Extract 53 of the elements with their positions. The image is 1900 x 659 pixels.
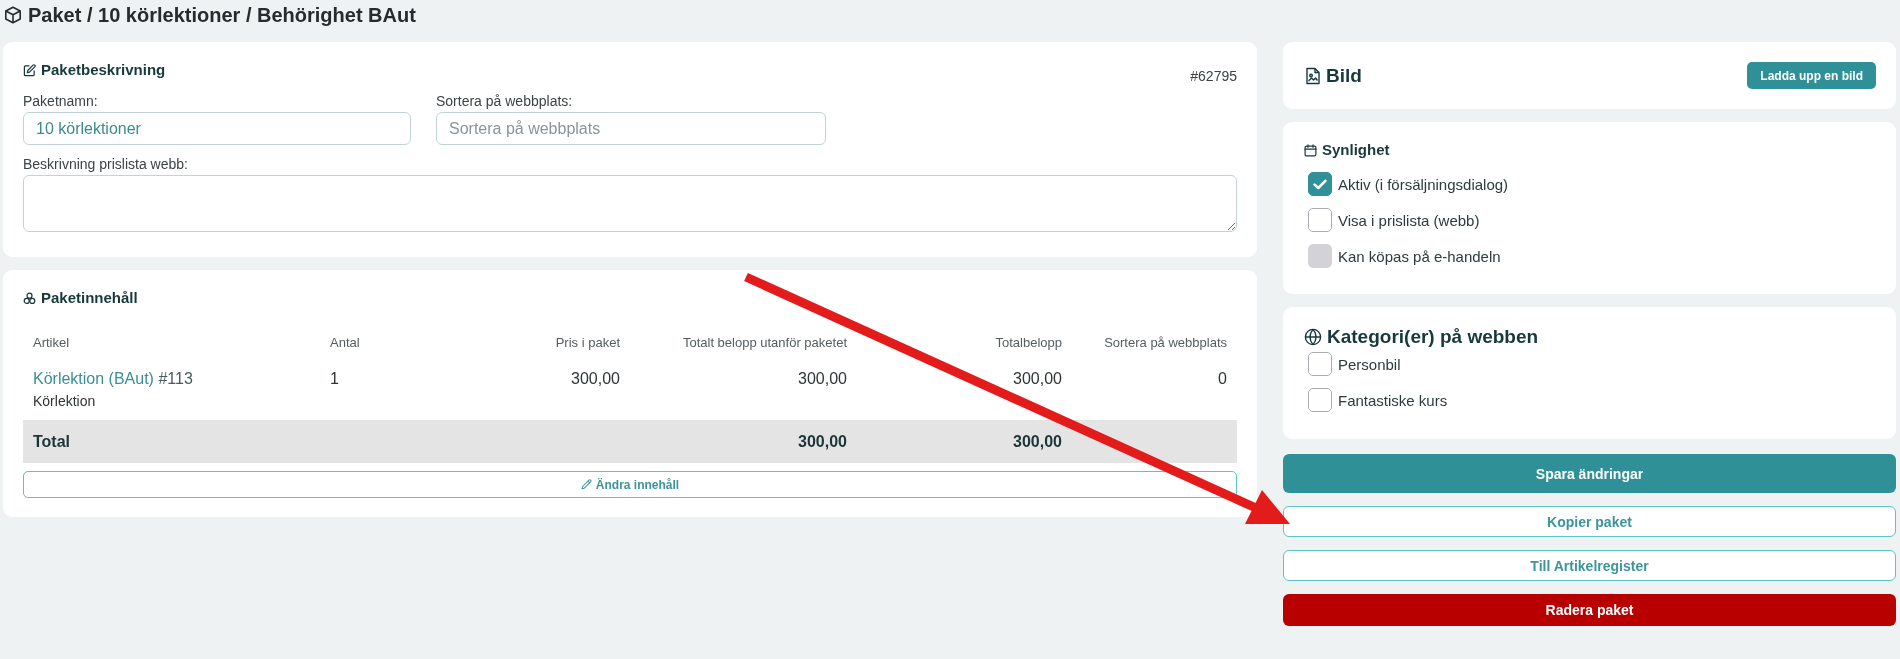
column-header: Sortera på webbplats bbox=[1104, 334, 1227, 350]
section-title: Synlighet bbox=[1322, 140, 1390, 160]
pencil-icon bbox=[580, 479, 592, 490]
article-number: #113 bbox=[158, 370, 193, 387]
table-cell: 300,00 bbox=[1013, 370, 1062, 387]
action-button[interactable]: Spara ändringar bbox=[1283, 454, 1896, 493]
action-button[interactable]: Kopier paket bbox=[1283, 506, 1896, 537]
field-label: Beskrivning prislista webb: bbox=[23, 156, 189, 172]
checkbox[interactable] bbox=[1308, 352, 1332, 376]
checkbox[interactable] bbox=[1308, 388, 1332, 412]
edit-icon bbox=[23, 63, 36, 77]
table-cell: 300,00 bbox=[798, 370, 847, 387]
calendar-icon bbox=[1304, 143, 1317, 157]
cube-icon bbox=[4, 6, 22, 24]
circles-icon bbox=[23, 291, 36, 305]
package-id: #62795 bbox=[1190, 68, 1237, 84]
total-label: Total bbox=[33, 432, 71, 450]
column-header: Artikel bbox=[33, 334, 70, 350]
checkbox[interactable] bbox=[1308, 208, 1332, 232]
column-header: Antal bbox=[330, 334, 360, 350]
checkbox[interactable] bbox=[1308, 172, 1332, 196]
section-title: Kategori(er) på webben bbox=[1327, 325, 1539, 349]
upload-button[interactable]: Ladda upp en bild bbox=[1747, 62, 1876, 89]
checkbox-label: Aktiv (i försäljningsdialog) bbox=[1338, 175, 1509, 193]
column-header: Totalbelopp bbox=[995, 334, 1062, 350]
table-cell: 300,00 bbox=[571, 370, 620, 387]
checkbox-label: Fantastiske kurs bbox=[1338, 391, 1448, 409]
total-value: 300,00 bbox=[798, 432, 847, 450]
delete-button[interactable]: Radera paket bbox=[1283, 594, 1896, 626]
column-header: Pris i paket bbox=[555, 334, 620, 350]
input-field[interactable]: Sortera på webbplats bbox=[436, 112, 826, 145]
article-subtitle: Körlektion bbox=[33, 392, 96, 410]
checkbox-label: Visa i prislista (webb) bbox=[1338, 211, 1480, 229]
globe-icon bbox=[1304, 328, 1322, 346]
action-button[interactable]: Till Artikelregister bbox=[1283, 550, 1896, 581]
article-link[interactable]: Körlektion (BAut) bbox=[33, 370, 154, 387]
field-label: Sortera på webbplats: bbox=[436, 93, 574, 109]
section-title: Paketinnehåll bbox=[41, 288, 138, 308]
table-cell: 1 bbox=[330, 370, 339, 387]
section-title: Paketbeskrivning bbox=[41, 60, 166, 80]
page-title: Paket / 10 körlektioner / Behörighet BAut bbox=[28, 3, 416, 27]
table-cell: 0 bbox=[1218, 370, 1227, 387]
section-title: Bild bbox=[1326, 64, 1362, 87]
checkbox-label: Kan köpas på e-handeln bbox=[1338, 247, 1501, 265]
textarea-field[interactable] bbox=[23, 175, 1237, 232]
image-file-icon bbox=[1305, 66, 1321, 85]
total-value: 300,00 bbox=[1013, 432, 1062, 450]
input-field[interactable]: 10 körlektioner bbox=[23, 112, 411, 145]
checkbox-label: Personbil bbox=[1338, 355, 1401, 373]
check-icon bbox=[1313, 178, 1327, 190]
edit-content-button[interactable]: Ändra innehåll bbox=[23, 471, 1237, 498]
field-label: Paketnamn: bbox=[23, 93, 99, 109]
column-header: Totalt belopp utanför paketet bbox=[682, 334, 847, 350]
